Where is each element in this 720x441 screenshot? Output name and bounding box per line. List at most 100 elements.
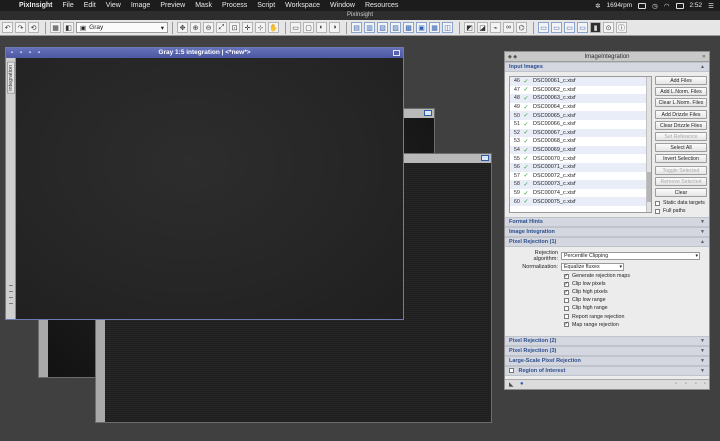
checkmark-icon[interactable]: ✓ — [522, 112, 530, 119]
rejection-algorithm-select[interactable]: Percentile Clipping ▾ — [561, 251, 700, 260]
static-data-targets-checkbox[interactable] — [655, 200, 660, 206]
process-console-icon[interactable]: ▮ — [590, 22, 601, 33]
report-range-rejection-checkbox[interactable] — [564, 314, 569, 320]
list-item[interactable]: 48 ✓ DSC00063_c.xisf — [510, 94, 651, 103]
expand-icon[interactable]: ▼ — [700, 357, 705, 366]
list-item[interactable]: 46 ✓ DSC00061_c.xisf — [510, 77, 651, 86]
list-item[interactable]: 52 ✓ DSC00067_c.xisf — [510, 128, 651, 138]
collapse-icon[interactable]: ▲ — [700, 238, 705, 247]
menu-image[interactable]: Image — [126, 2, 155, 9]
option-row[interactable]: Clip low range — [509, 296, 705, 304]
option-row[interactable]: Clip high range — [509, 304, 705, 312]
fan-icon[interactable]: ✲ — [595, 2, 600, 10]
checkmark-icon[interactable]: ✓ — [522, 172, 530, 179]
full-paths-row[interactable]: Full paths — [655, 207, 707, 215]
workspace-icon[interactable]: ◫ — [442, 22, 453, 33]
section-input-images[interactable]: Input Images ▲ — [505, 62, 709, 72]
clock-icon[interactable]: ◷ — [652, 2, 658, 10]
checkmark-icon[interactable]: ✓ — [522, 86, 530, 93]
checkmark-icon[interactable]: ✓ — [522, 78, 530, 85]
file-list-scrollbar[interactable] — [646, 77, 651, 212]
panel-menu-icon[interactable]: ◆ ◆ — [508, 52, 517, 62]
menu-extras-icon[interactable]: ☰ — [708, 2, 714, 10]
menu-workspace[interactable]: Workspace — [280, 2, 325, 9]
clip-low-range-checkbox[interactable] — [564, 297, 569, 303]
display-icon[interactable] — [638, 2, 647, 9]
window-menu-icon[interactable]: ▪ — [9, 50, 15, 56]
list-item[interactable]: 55 ✓ DSC00070_c.xisf — [510, 154, 651, 163]
hand-icon[interactable]: ✋ — [268, 22, 279, 33]
format-icon[interactable]: ▥ — [364, 22, 375, 33]
checkmark-icon[interactable]: ✓ — [522, 147, 530, 154]
new-instance-icon[interactable]: ◣ — [509, 381, 514, 388]
menu-edit[interactable]: Edit — [79, 2, 101, 9]
section-image-integration[interactable]: Image Integration ▼ — [505, 227, 709, 237]
option-row[interactable]: Clip low pixels — [509, 280, 705, 288]
stf-reset-icon[interactable]: ◪ — [477, 22, 488, 33]
option-row[interactable]: Clip high pixels — [509, 288, 705, 296]
clip-high-range-checkbox[interactable] — [564, 305, 569, 311]
region-of-interest-checkbox[interactable] — [509, 368, 514, 373]
section-pixel-rejection-2[interactable]: Pixel Rejection (2) ▼ — [505, 336, 709, 346]
remove-selected-button[interactable]: Remove Selected — [655, 176, 707, 186]
checkmark-icon[interactable]: ✓ — [522, 104, 530, 111]
apply-global-icon[interactable]: ● — [520, 381, 524, 387]
generate-rejection-maps-checkbox[interactable] — [564, 273, 569, 279]
normalization-select[interactable]: Equalize fluxes ▾ — [561, 262, 624, 271]
checkmark-icon[interactable]: ✓ — [522, 198, 530, 205]
list-item[interactable]: 58 ✓ DSC00073_c.xisf — [510, 180, 651, 189]
menu-resources[interactable]: Resources — [360, 2, 403, 9]
menu-script[interactable]: Script — [252, 2, 280, 9]
section-large-scale-rejection[interactable]: Large-Scale Pixel Rejection ▼ — [505, 356, 709, 366]
map-range-rejection-checkbox[interactable] — [564, 322, 569, 328]
list-item[interactable]: 59 ✓ DSC00074_c.xisf — [510, 189, 651, 198]
maximize-icon[interactable] — [393, 50, 400, 56]
set-reference-button[interactable]: Set Reference — [655, 131, 707, 141]
list-item[interactable]: 54 ✓ DSC00069_c.xisf — [510, 145, 651, 155]
clip-high-pixels-checkbox[interactable] — [564, 289, 569, 295]
section-pixel-rejection-1[interactable]: Pixel Rejection (1) ▲ — [505, 237, 709, 247]
shade-icon[interactable]: ▪ — [18, 50, 24, 56]
panel-title-bar[interactable]: ◆ ◆ ImageIntegration ✕ — [505, 52, 709, 62]
expand-icon[interactable]: ▼ — [700, 337, 705, 346]
scrollbar-thumb[interactable] — [647, 172, 651, 202]
stf-icon[interactable]: ◩ — [464, 22, 475, 33]
menu-preview[interactable]: Preview — [155, 2, 190, 9]
monitor-icon-1[interactable]: ▭ — [538, 22, 549, 33]
option-row[interactable]: Map range rejection — [509, 321, 705, 329]
move-icon[interactable]: ✥ — [177, 22, 188, 33]
section-format-hints[interactable]: Format Hints ▼ — [505, 217, 709, 227]
edit-preview-icon[interactable]: ▢ — [303, 22, 314, 33]
checkmark-icon[interactable]: ✓ — [522, 121, 530, 128]
mask-icon[interactable]: ◐ — [316, 22, 327, 33]
link-icon[interactable]: ∞ — [503, 22, 514, 33]
integration-image-window[interactable]: ▪ ▪ ▪ ▪ Gray 1:5 integration | <*new*> i… — [5, 47, 404, 320]
checkmark-icon[interactable]: ✓ — [522, 95, 530, 102]
preferences-icon[interactable]: ◦ — [695, 381, 697, 387]
list-item[interactable]: 56 ✓ DSC00071_c.xisf — [510, 162, 651, 172]
global-icon[interactable]: ⊙ — [603, 22, 614, 33]
info-icon[interactable]: ⓘ — [616, 22, 627, 33]
view-icon[interactable]: ▨ — [390, 22, 401, 33]
image-side-tab[interactable]: integration — [6, 58, 16, 319]
clear-drizzle-files-button[interactable]: Clear Drizzle Files — [655, 120, 707, 130]
menu-file[interactable]: File — [57, 2, 78, 9]
mask-show-icon[interactable]: ◑ — [329, 22, 340, 33]
process-icon[interactable]: ▧ — [377, 22, 388, 33]
checkmark-icon[interactable]: ✓ — [522, 181, 530, 188]
select-all-button[interactable]: Select All — [655, 143, 707, 153]
reset-icon[interactable]: ◦ — [704, 381, 706, 387]
add-files-button[interactable]: Add Files — [655, 76, 707, 85]
static-data-targets-row[interactable]: Static data targets — [655, 199, 707, 207]
rgb-mode-icon[interactable]: ▦ — [50, 22, 61, 33]
auto-stretch-icon[interactable]: ⌁ — [490, 22, 501, 33]
maximize-icon[interactable] — [424, 110, 432, 116]
toggle-selected-button[interactable]: Toggle Selected — [655, 165, 707, 175]
zoom-in-icon[interactable]: ⊕ — [190, 22, 201, 33]
expand-icon[interactable]: ▼ — [700, 228, 705, 237]
center-icon[interactable]: ✛ — [242, 22, 253, 33]
redo-icon[interactable]: ↷ — [15, 22, 26, 33]
list-item[interactable]: 53 ✓ DSC00068_c.xisf — [510, 137, 651, 146]
iconize-icon[interactable]: ▪ — [27, 50, 33, 56]
list-item[interactable]: 60 ✓ DSC00075_c.xisf — [510, 197, 651, 206]
